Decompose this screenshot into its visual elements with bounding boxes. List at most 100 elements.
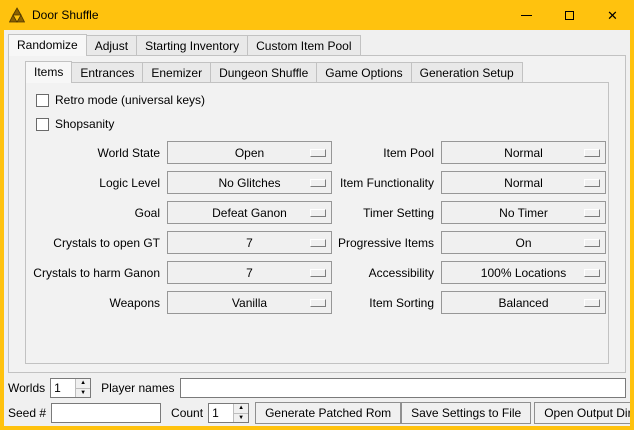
worlds-input[interactable] [51, 379, 75, 397]
dropdown-indicator-icon [310, 149, 326, 157]
outer-tab-bar: Randomize Adjust Starting Inventory Cust… [8, 33, 626, 55]
accessibility-label: Accessibility [337, 266, 436, 280]
maximize-icon [565, 11, 574, 20]
spin-down-icon[interactable]: ▼ [234, 413, 248, 423]
spin-down-icon[interactable]: ▼ [76, 388, 90, 398]
crystals-harm-ganon-label: Crystals to harm Ganon [28, 266, 162, 280]
tab-starting-inventory[interactable]: Starting Inventory [136, 35, 248, 55]
logic-level-dropdown[interactable]: No Glitches [167, 171, 332, 194]
window-controls: ✕ [505, 0, 634, 30]
minimize-icon [521, 15, 532, 16]
spin-up-icon[interactable]: ▲ [234, 404, 248, 413]
timer-setting-label: Timer Setting [337, 206, 436, 220]
retro-mode-label: Retro mode (universal keys) [55, 93, 205, 107]
timer-setting-dropdown[interactable]: No Timer [441, 201, 606, 224]
seed-label: Seed # [8, 406, 46, 420]
progressive-items-dropdown[interactable]: On [441, 231, 606, 254]
tab-adjust[interactable]: Adjust [86, 35, 137, 55]
randomize-pane: Items Entrances Enemizer Dungeon Shuffle… [8, 55, 626, 373]
tab-custom-item-pool[interactable]: Custom Item Pool [247, 35, 360, 55]
shopsanity-checkbox[interactable]: Shopsanity [36, 115, 608, 133]
inner-tab-bar: Items Entrances Enemizer Dungeon Shuffle… [25, 60, 609, 82]
item-functionality-label: Item Functionality [337, 176, 436, 190]
item-pool-dropdown[interactable]: Normal [441, 141, 606, 164]
item-functionality-dropdown[interactable]: Normal [441, 171, 606, 194]
crystals-open-gt-value: 7 [246, 236, 253, 250]
minimize-button[interactable] [505, 0, 548, 30]
maximize-button[interactable] [548, 0, 591, 30]
window-title: Door Shuffle [32, 8, 99, 22]
item-sorting-label: Item Sorting [337, 296, 436, 310]
count-spin-buttons: ▲ ▼ [233, 404, 248, 422]
app-icon [9, 7, 25, 23]
dropdown-indicator-icon [584, 299, 600, 307]
world-state-dropdown[interactable]: Open [167, 141, 332, 164]
world-state-label: World State [28, 146, 162, 160]
goal-dropdown[interactable]: Defeat Ganon [167, 201, 332, 224]
count-input[interactable] [209, 404, 233, 422]
tab-enemizer[interactable]: Enemizer [142, 62, 211, 82]
progressive-items-label: Progressive Items [337, 236, 436, 250]
generate-patched-rom-button[interactable]: Generate Patched Rom [255, 402, 401, 424]
titlebar: Door Shuffle ✕ [0, 0, 634, 30]
crystals-open-gt-dropdown[interactable]: 7 [167, 231, 332, 254]
count-spinbox: ▲ ▼ [208, 403, 249, 423]
timer-setting-value: No Timer [499, 206, 548, 220]
count-label: Count [171, 406, 203, 420]
tab-items[interactable]: Items [25, 61, 72, 83]
progressive-items-value: On [515, 236, 531, 250]
logic-level-value: No Glitches [218, 176, 280, 190]
close-icon: ✕ [607, 9, 618, 22]
seed-input[interactable] [51, 403, 161, 423]
player-names-input[interactable] [180, 378, 627, 398]
shopsanity-label: Shopsanity [55, 117, 114, 131]
tab-randomize[interactable]: Randomize [8, 34, 87, 56]
accessibility-dropdown[interactable]: 100% Locations [441, 261, 606, 284]
item-pool-value: Normal [504, 146, 543, 160]
items-pane: Retro mode (universal keys) Shopsanity W… [25, 82, 609, 364]
tab-dungeon-shuffle[interactable]: Dungeon Shuffle [210, 62, 317, 82]
goal-label: Goal [28, 206, 162, 220]
item-sorting-value: Balanced [498, 296, 548, 310]
worlds-label: Worlds [8, 381, 45, 395]
dropdown-indicator-icon [584, 149, 600, 157]
weapons-label: Weapons [28, 296, 162, 310]
retro-mode-checkbox[interactable]: Retro mode (universal keys) [36, 91, 608, 109]
tab-game-options[interactable]: Game Options [316, 62, 411, 82]
logic-level-label: Logic Level [28, 176, 162, 190]
goal-value: Defeat Ganon [212, 206, 287, 220]
generate-row: Seed # Count ▲ ▼ Generate Patched Rom Sa… [8, 402, 626, 424]
world-state-value: Open [235, 146, 264, 160]
checkbox-box-icon [36, 118, 49, 131]
spin-up-icon[interactable]: ▲ [76, 379, 90, 388]
crystals-harm-ganon-dropdown[interactable]: 7 [167, 261, 332, 284]
weapons-value: Vanilla [232, 296, 267, 310]
worlds-spin-buttons: ▲ ▼ [75, 379, 90, 397]
crystals-harm-ganon-value: 7 [246, 266, 253, 280]
accessibility-value: 100% Locations [481, 266, 566, 280]
player-names-label: Player names [101, 381, 174, 395]
checkbox-box-icon [36, 94, 49, 107]
dropdown-indicator-icon [310, 209, 326, 217]
close-button[interactable]: ✕ [591, 0, 634, 30]
worlds-spinbox: ▲ ▼ [50, 378, 91, 398]
item-pool-label: Item Pool [337, 146, 436, 160]
options-grid: World State Open Item Pool Normal Logic … [28, 141, 606, 314]
tab-entrances[interactable]: Entrances [71, 62, 143, 82]
dropdown-indicator-icon [310, 239, 326, 247]
dropdown-indicator-icon [310, 299, 326, 307]
item-sorting-dropdown[interactable]: Balanced [441, 291, 606, 314]
window: Door Shuffle ✕ Randomize Adjust Starting… [0, 0, 634, 430]
open-output-directory-button[interactable]: Open Output Directory [534, 402, 630, 424]
client-area: Randomize Adjust Starting Inventory Cust… [4, 30, 630, 426]
tab-generation-setup[interactable]: Generation Setup [411, 62, 523, 82]
dropdown-indicator-icon [310, 269, 326, 277]
dropdown-indicator-icon [310, 179, 326, 187]
save-settings-button[interactable]: Save Settings to File [401, 402, 531, 424]
randomize-notebook: Items Entrances Enemizer Dungeon Shuffle… [25, 60, 609, 364]
item-functionality-value: Normal [504, 176, 543, 190]
dropdown-indicator-icon [584, 209, 600, 217]
dropdown-indicator-icon [584, 239, 600, 247]
main-notebook: Randomize Adjust Starting Inventory Cust… [8, 33, 626, 373]
weapons-dropdown[interactable]: Vanilla [167, 291, 332, 314]
